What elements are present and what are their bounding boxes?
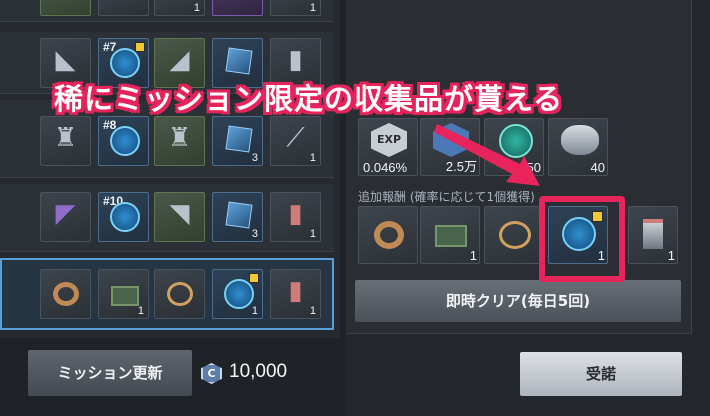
annotation-caption: 稀にミッション限定の収集品が貰える xyxy=(54,82,564,116)
pointer-arrow-icon xyxy=(434,124,540,186)
